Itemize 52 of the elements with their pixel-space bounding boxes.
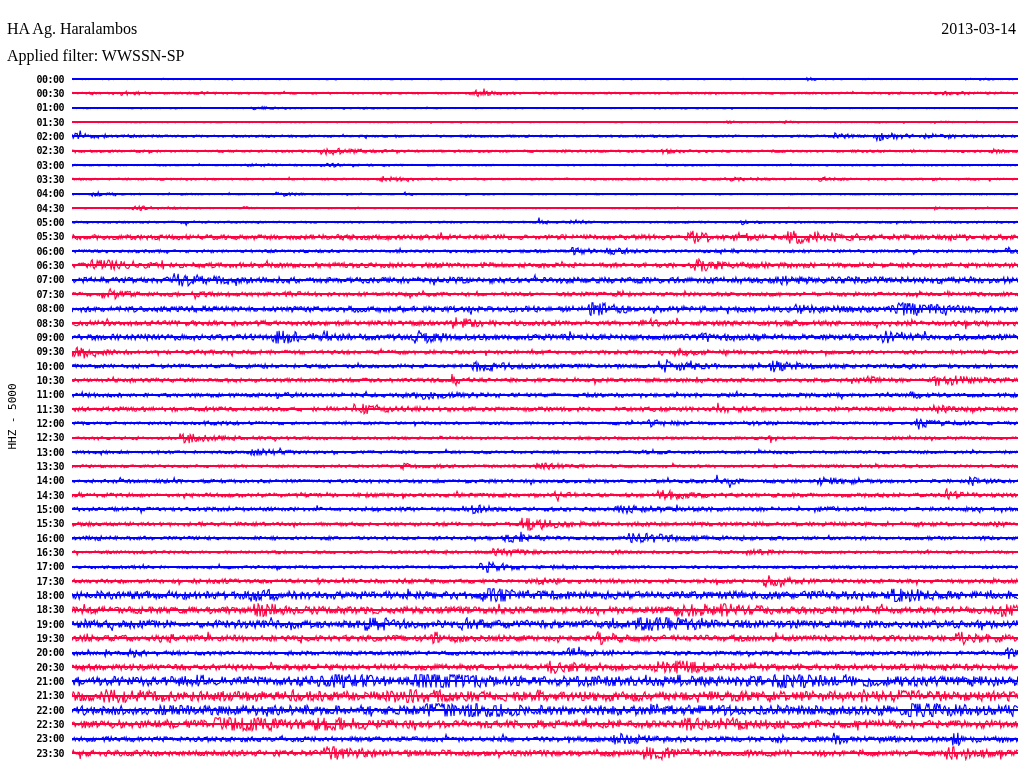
time-label: 07:00 — [35, 274, 65, 286]
time-label: 11:00 — [35, 389, 65, 401]
time-label: 20:30 — [35, 661, 65, 673]
time-label: 16:30 — [35, 547, 65, 558]
time-label: 15:30 — [35, 518, 65, 530]
time-label: 13:00 — [35, 446, 65, 458]
time-label: 17:30 — [35, 575, 65, 587]
time-label: 04:00 — [35, 188, 65, 200]
time-label: 05:00 — [35, 217, 65, 229]
time-label: 17:00 — [35, 561, 65, 573]
time-label: 20:00 — [35, 647, 65, 659]
time-label: 07:30 — [35, 288, 65, 300]
time-label: 21:00 — [35, 676, 65, 688]
time-label: 04:30 — [35, 202, 65, 214]
date-label: 2013-03-14 — [941, 20, 1016, 38]
station-name: HA Ag. Haralambos — [7, 20, 138, 38]
time-label: 10:30 — [35, 374, 65, 386]
time-label: 23:00 — [35, 733, 65, 745]
time-label: 09:30 — [35, 346, 65, 358]
time-label: 08:30 — [35, 317, 65, 329]
time-label: 12:00 — [35, 417, 65, 429]
time-label: 06:30 — [35, 260, 65, 272]
time-label: 02:00 — [35, 131, 65, 143]
time-label: 05:30 — [35, 231, 65, 243]
time-label: 22:00 — [35, 704, 65, 716]
filter-label: Applied filter: WWSSN-SP — [6, 46, 186, 65]
time-label: 12:30 — [35, 432, 65, 444]
time-label: 01:30 — [35, 116, 65, 128]
time-label: 14:30 — [35, 489, 65, 501]
time-label: 18:30 — [35, 604, 65, 616]
time-label: 18:00 — [35, 590, 65, 602]
time-label: 01:00 — [35, 102, 65, 114]
time-label: 22:30 — [35, 719, 65, 731]
time-label: 03:00 — [35, 159, 65, 171]
time-label: 06:00 — [35, 245, 65, 257]
time-label: 13:30 — [35, 460, 65, 472]
time-label: 00:00 — [35, 73, 65, 85]
time-label: 16:00 — [35, 532, 65, 544]
time-label: 10:00 — [35, 360, 65, 372]
time-label: 02:30 — [35, 145, 65, 157]
time-label: 23:30 — [35, 747, 65, 759]
time-label: 09:00 — [35, 331, 65, 343]
time-label: 15:00 — [35, 504, 65, 515]
axis-label: HHZ - 5000 — [5, 383, 19, 450]
time-label: 19:30 — [35, 633, 65, 645]
time-label: 08:00 — [35, 303, 65, 315]
time-label: 03:30 — [35, 174, 65, 186]
time-label: 11:30 — [35, 403, 65, 415]
time-label: 21:30 — [35, 690, 65, 702]
time-label: 19:00 — [35, 618, 65, 630]
time-label: 00:30 — [35, 88, 65, 99]
time-label: 14:00 — [35, 475, 65, 487]
